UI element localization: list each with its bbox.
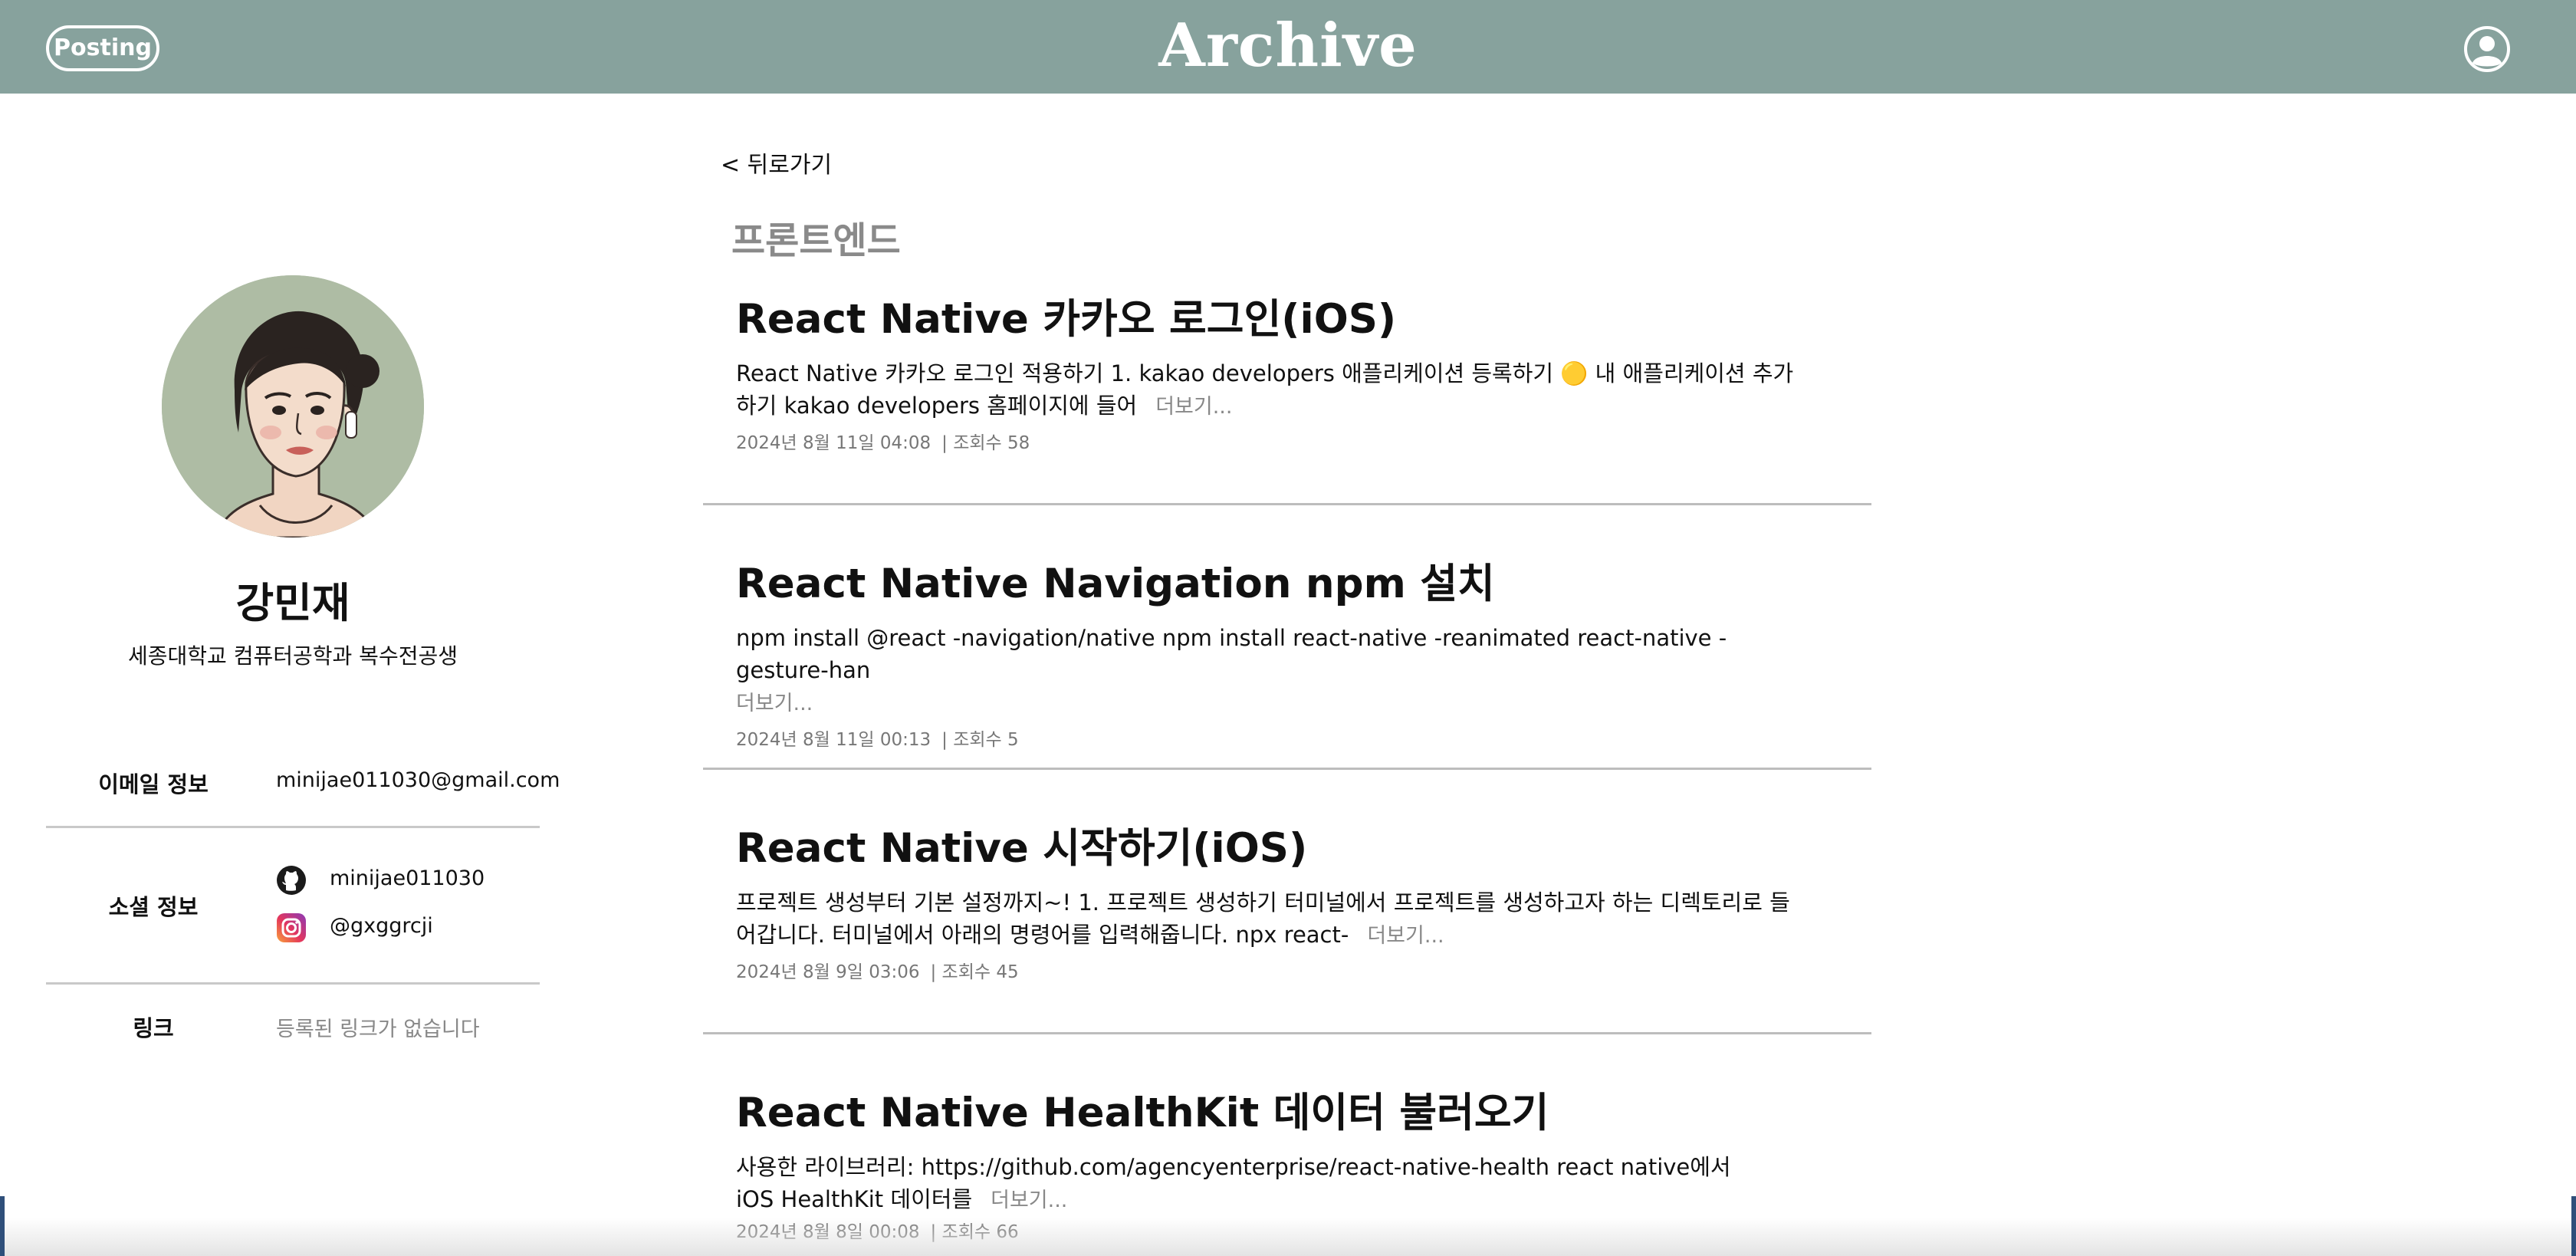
more-link[interactable]: 더보기... <box>736 692 813 715</box>
post-views: | 조회수 45 <box>930 962 1019 982</box>
post-date: 2024년 8월 9일 03:06 <box>736 962 920 982</box>
post-views: | 조회수 66 <box>930 1222 1019 1242</box>
post-meta: 2024년 8월 11일 04:08 | 조회수 58 <box>736 431 1809 455</box>
profile-description: 세종대학교 컴퓨터공학과 복수전공생 <box>128 643 458 669</box>
post-excerpt: npm install @react -navigation/native np… <box>736 622 1809 720</box>
links-info-row: 링크 등록된 링크가 없습니다 <box>46 1011 540 1041</box>
top-header: Posting Archive <box>0 0 2576 94</box>
post-title[interactable]: React Native 카카오 로그인(iOS) <box>736 293 1809 347</box>
post-excerpt-text: 사용한 라이브러리: https://github.com/agencyente… <box>736 1154 1731 1212</box>
info-divider <box>46 826 540 828</box>
email-value: minijae011030@gmail.com <box>276 768 560 792</box>
instagram-icon <box>277 913 306 942</box>
post-card[interactable]: React Native 시작하기(iOS) 프로젝트 생성부터 기본 설정까지… <box>736 822 1809 985</box>
post-divider <box>703 503 1871 505</box>
info-divider <box>46 982 540 985</box>
post-meta: 2024년 8월 11일 00:13 | 조회수 5 <box>736 728 1809 752</box>
social-info-label: 소셜 정보 <box>108 894 199 920</box>
post-excerpt-text: npm install @react -navigation/native np… <box>736 625 1727 683</box>
post-card[interactable]: React Native HealthKit 데이터 불러오기 사용한 라이브러… <box>736 1087 1809 1244</box>
post-card[interactable]: React Native Navigation npm 설치 npm insta… <box>736 557 1809 752</box>
avatar <box>162 275 424 538</box>
site-title[interactable]: Archive <box>0 8 2576 84</box>
portrait-illustration <box>162 275 424 538</box>
github-icon <box>277 866 306 895</box>
more-link[interactable]: 더보기... <box>1155 395 1232 419</box>
post-card[interactable]: React Native 카카오 로그인(iOS) React Native 카… <box>736 293 1809 455</box>
more-link[interactable]: 더보기... <box>1367 924 1444 948</box>
post-excerpt: 프로젝트 생성부터 기본 설정까지~! 1. 프로젝트 생성하기 터미널에서 프… <box>736 886 1809 952</box>
profile-name: 강민재 <box>235 579 350 627</box>
post-title[interactable]: React Native HealthKit 데이터 불러오기 <box>736 1087 1809 1140</box>
post-title[interactable]: React Native Navigation npm 설치 <box>736 557 1809 611</box>
post-date: 2024년 8월 11일 04:08 <box>736 433 932 453</box>
links-empty-text: 등록된 링크가 없습니다 <box>276 1018 480 1041</box>
post-date: 2024년 8월 8일 00:08 <box>736 1222 920 1242</box>
user-circle-icon[interactable] <box>2463 25 2512 74</box>
window-frame-edge <box>0 1196 5 1256</box>
post-date: 2024년 8월 11일 00:13 <box>736 730 932 750</box>
instagram-handle: @gxggrcji <box>330 914 433 938</box>
category-title: 프론트엔드 <box>731 219 901 262</box>
post-title[interactable]: React Native 시작하기(iOS) <box>736 822 1809 876</box>
post-meta: 2024년 8월 9일 03:06 | 조회수 45 <box>736 960 1809 985</box>
post-divider <box>703 1032 1871 1034</box>
post-excerpt: 사용한 라이브러리: https://github.com/agencyente… <box>736 1151 1733 1217</box>
email-info-row: 이메일 정보 minijae011030@gmail.com <box>46 767 560 797</box>
github-handle: minijae011030 <box>330 866 485 890</box>
links-info-label: 링크 <box>133 1015 174 1041</box>
email-info-label: 이메일 정보 <box>98 771 209 797</box>
window-frame-edge <box>2571 1196 2576 1256</box>
post-meta: 2024년 8월 8일 00:08 | 조회수 66 <box>736 1220 1809 1244</box>
post-views: | 조회수 58 <box>941 433 1030 453</box>
post-views: | 조회수 5 <box>941 730 1019 750</box>
back-link[interactable]: < 뒤로가기 <box>721 150 832 181</box>
more-link[interactable]: 더보기... <box>991 1189 1067 1212</box>
post-excerpt-text: 프로젝트 생성부터 기본 설정까지~! 1. 프로젝트 생성하기 터미널에서 프… <box>736 889 1790 948</box>
post-excerpt-text: React Native 카카오 로그인 적용하기 1. kakao devel… <box>736 360 1794 419</box>
post-divider <box>703 768 1871 770</box>
post-excerpt: React Native 카카오 로그인 적용하기 1. kakao devel… <box>736 357 1809 423</box>
social-info-row: 소셜 정보 minijae011030 @gxggrcji <box>46 865 540 949</box>
